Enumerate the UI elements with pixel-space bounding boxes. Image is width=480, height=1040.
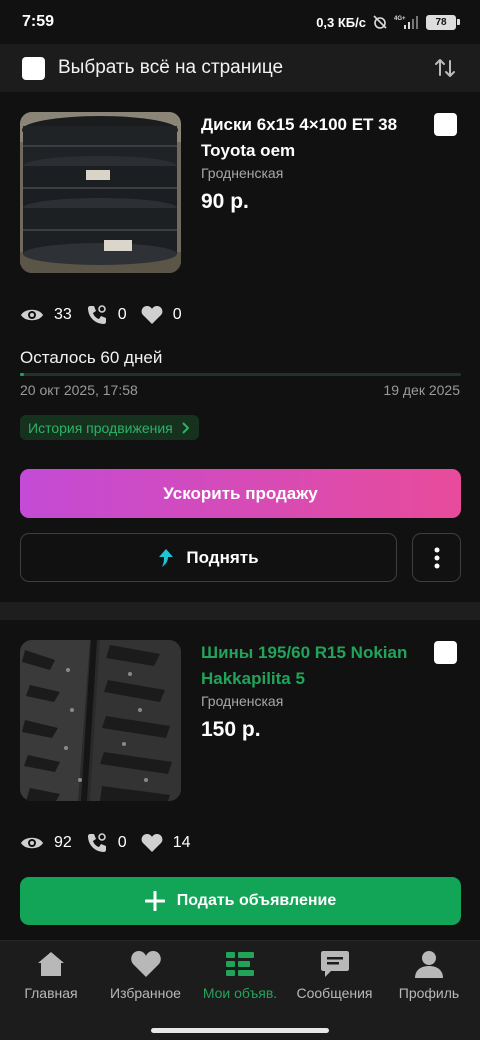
- listing-progress-fill: [20, 373, 25, 376]
- home-icon: [38, 952, 64, 976]
- eye-icon: [21, 837, 43, 849]
- promotion-history-link[interactable]: История продвижения: [20, 415, 199, 440]
- days-remaining: Осталось 60 дней: [20, 348, 163, 367]
- heart-icon: [130, 951, 161, 977]
- chevron-right-icon: [182, 421, 189, 434]
- heart-icon: [141, 306, 163, 324]
- battery-level: 78: [426, 14, 456, 30]
- likes-count: 14: [172, 834, 191, 851]
- listing-price: 90 р.: [201, 190, 249, 213]
- heart-icon: [141, 834, 163, 852]
- nav-item-messages[interactable]: Сообщения: [288, 941, 382, 1015]
- nav-item-label: Главная: [24, 985, 78, 1001]
- plus-icon: [144, 891, 165, 911]
- likes-count: 0: [172, 306, 182, 323]
- listing-checkbox[interactable]: [434, 113, 457, 136]
- nav-item-profile[interactable]: Профиль: [382, 941, 476, 1015]
- message-icon: [320, 951, 349, 977]
- nav-item-my-ads[interactable]: Мои объяв.: [193, 941, 287, 1015]
- home-indicator[interactable]: [151, 1028, 329, 1033]
- nav-item-label: Сообщения: [296, 985, 373, 1001]
- post-ad-button[interactable]: Подать объявление: [20, 877, 461, 925]
- sort-icon[interactable]: [432, 55, 458, 81]
- my-ads-icon: [226, 952, 254, 976]
- alarm-off-icon: [373, 15, 387, 29]
- more-vertical-icon: [434, 547, 439, 568]
- phone-icon: [87, 833, 106, 852]
- status-indicators: 0,3 КБ/с 4G+ 78: [316, 14, 460, 30]
- listing-separator: [0, 602, 480, 620]
- nav-item-label: Мои объяв.: [202, 985, 278, 1001]
- listing-start-date: 20 окт 2025, 17:58: [20, 382, 138, 398]
- likes-stat: 14: [141, 833, 191, 853]
- listing-photo-wheels[interactable]: [20, 112, 181, 273]
- select-all-checkbox[interactable]: [22, 56, 45, 80]
- bottom-navigation: Главная Избранное Мои объяв. Сообщения П…: [0, 940, 480, 1040]
- status-time: 7:59: [22, 13, 55, 30]
- eye-icon: [21, 309, 43, 321]
- views-stat: 92: [20, 834, 72, 852]
- listing-photo-tires[interactable]: [20, 640, 181, 801]
- svg-text:4G+: 4G+: [394, 16, 406, 22]
- profile-icon: [415, 951, 443, 978]
- nav-item-home[interactable]: Главная: [4, 941, 98, 1015]
- listing-price: 150 р.: [201, 718, 261, 741]
- calls-count: 0: [117, 834, 127, 851]
- listing-end-date: 19 дек 2025: [383, 382, 460, 398]
- calls-stat: 0: [86, 304, 127, 326]
- nav-item-favorites[interactable]: Избранное: [99, 941, 193, 1015]
- listing-checkbox[interactable]: [434, 641, 457, 664]
- listing-region: Гродненская: [201, 693, 284, 709]
- listing-stats: 33 0 0: [20, 302, 196, 328]
- calls-count: 0: [117, 306, 127, 323]
- status-bar: 7:59 0,3 КБ/с 4G+ 78: [0, 0, 480, 44]
- views-count: 92: [54, 834, 72, 851]
- phone-icon: [87, 305, 106, 324]
- boost-sale-button[interactable]: Ускорить продажу: [20, 469, 461, 518]
- nav-item-label: Избранное: [110, 985, 181, 1001]
- raise-label: Поднять: [186, 547, 259, 567]
- listing-card[interactable]: Диски 6х15 4×100 ET 38 Toyota oem Гродне…: [0, 92, 480, 602]
- signal-icon: 4G+: [394, 16, 418, 29]
- listing-region: Гродненская: [201, 165, 284, 181]
- post-ad-label: Подать объявление: [176, 892, 337, 909]
- listing-title[interactable]: Диски 6х15 4×100 ET 38 Toyota oem: [201, 112, 423, 164]
- views-count: 33: [54, 306, 72, 323]
- calls-stat: 0: [86, 832, 127, 854]
- boost-sale-label: Ускорить продажу: [163, 483, 318, 503]
- raise-arrow-icon: [159, 548, 174, 567]
- promotion-history-label: История продвижения: [28, 419, 173, 436]
- raise-button[interactable]: Поднять: [20, 533, 397, 582]
- network-speed: 0,3 КБ/с: [316, 14, 366, 30]
- listing-progress-bar: [20, 373, 461, 376]
- nav-item-label: Профиль: [398, 985, 460, 1001]
- likes-stat: 0: [141, 305, 182, 325]
- select-all-bar: Выбрать всё на странице: [0, 44, 480, 92]
- views-stat: 33: [20, 306, 72, 324]
- battery-icon: 78: [426, 14, 460, 30]
- more-options-button[interactable]: [412, 533, 461, 582]
- listing-stats: 92 0 14: [20, 830, 205, 856]
- listing-title[interactable]: Шины 195/60 R15 Nokian Hakkapilita 5: [201, 640, 423, 692]
- select-all-label[interactable]: Выбрать всё на странице: [58, 57, 432, 79]
